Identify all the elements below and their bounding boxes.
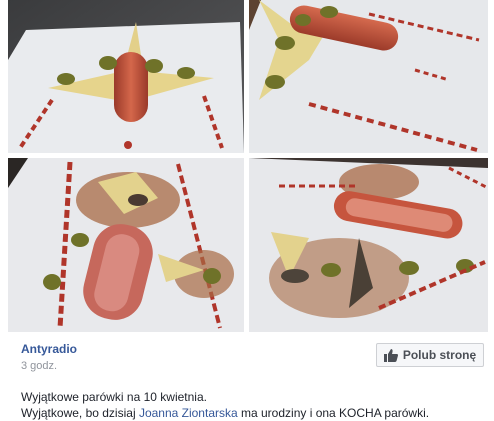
facebook-post: Antyradio 3 godz. Polub stronę Wyjątkowe…: [0, 0, 494, 420]
post-text-line-2-end: ma urodziny i ona KOCHA parówki.: [237, 406, 430, 420]
post-header: Antyradio 3 godz.: [21, 342, 77, 372]
mention-link[interactable]: Joanna Ziontarska: [139, 406, 238, 420]
photo-cut-sausage-plate-2[interactable]: [249, 158, 488, 332]
post-text-line-2-start: Wyjątkowe, bo dzisiaj: [21, 406, 139, 420]
photo-sausage-plane-front[interactable]: [8, 0, 244, 153]
post-text-line-2: Wyjątkowe, bo dzisiaj Joanna Ziontarska …: [21, 405, 481, 421]
photo-grid: [8, 0, 488, 332]
photo-sausage-plane-side[interactable]: [249, 0, 488, 153]
post-text: Wyjątkowe parówki na 10 kwietnia. Wyjątk…: [21, 389, 481, 421]
like-page-button[interactable]: Polub stronę: [376, 343, 484, 367]
post-text-line-1: Wyjątkowe parówki na 10 kwietnia.: [21, 390, 207, 404]
photo-cut-sausage-plate-1[interactable]: [8, 158, 244, 332]
like-page-button-label: Polub stronę: [402, 348, 477, 362]
post-timestamp[interactable]: 3 godz.: [21, 360, 77, 372]
page-name-link[interactable]: Antyradio: [21, 342, 77, 356]
thumbs-up-icon: [383, 348, 398, 362]
